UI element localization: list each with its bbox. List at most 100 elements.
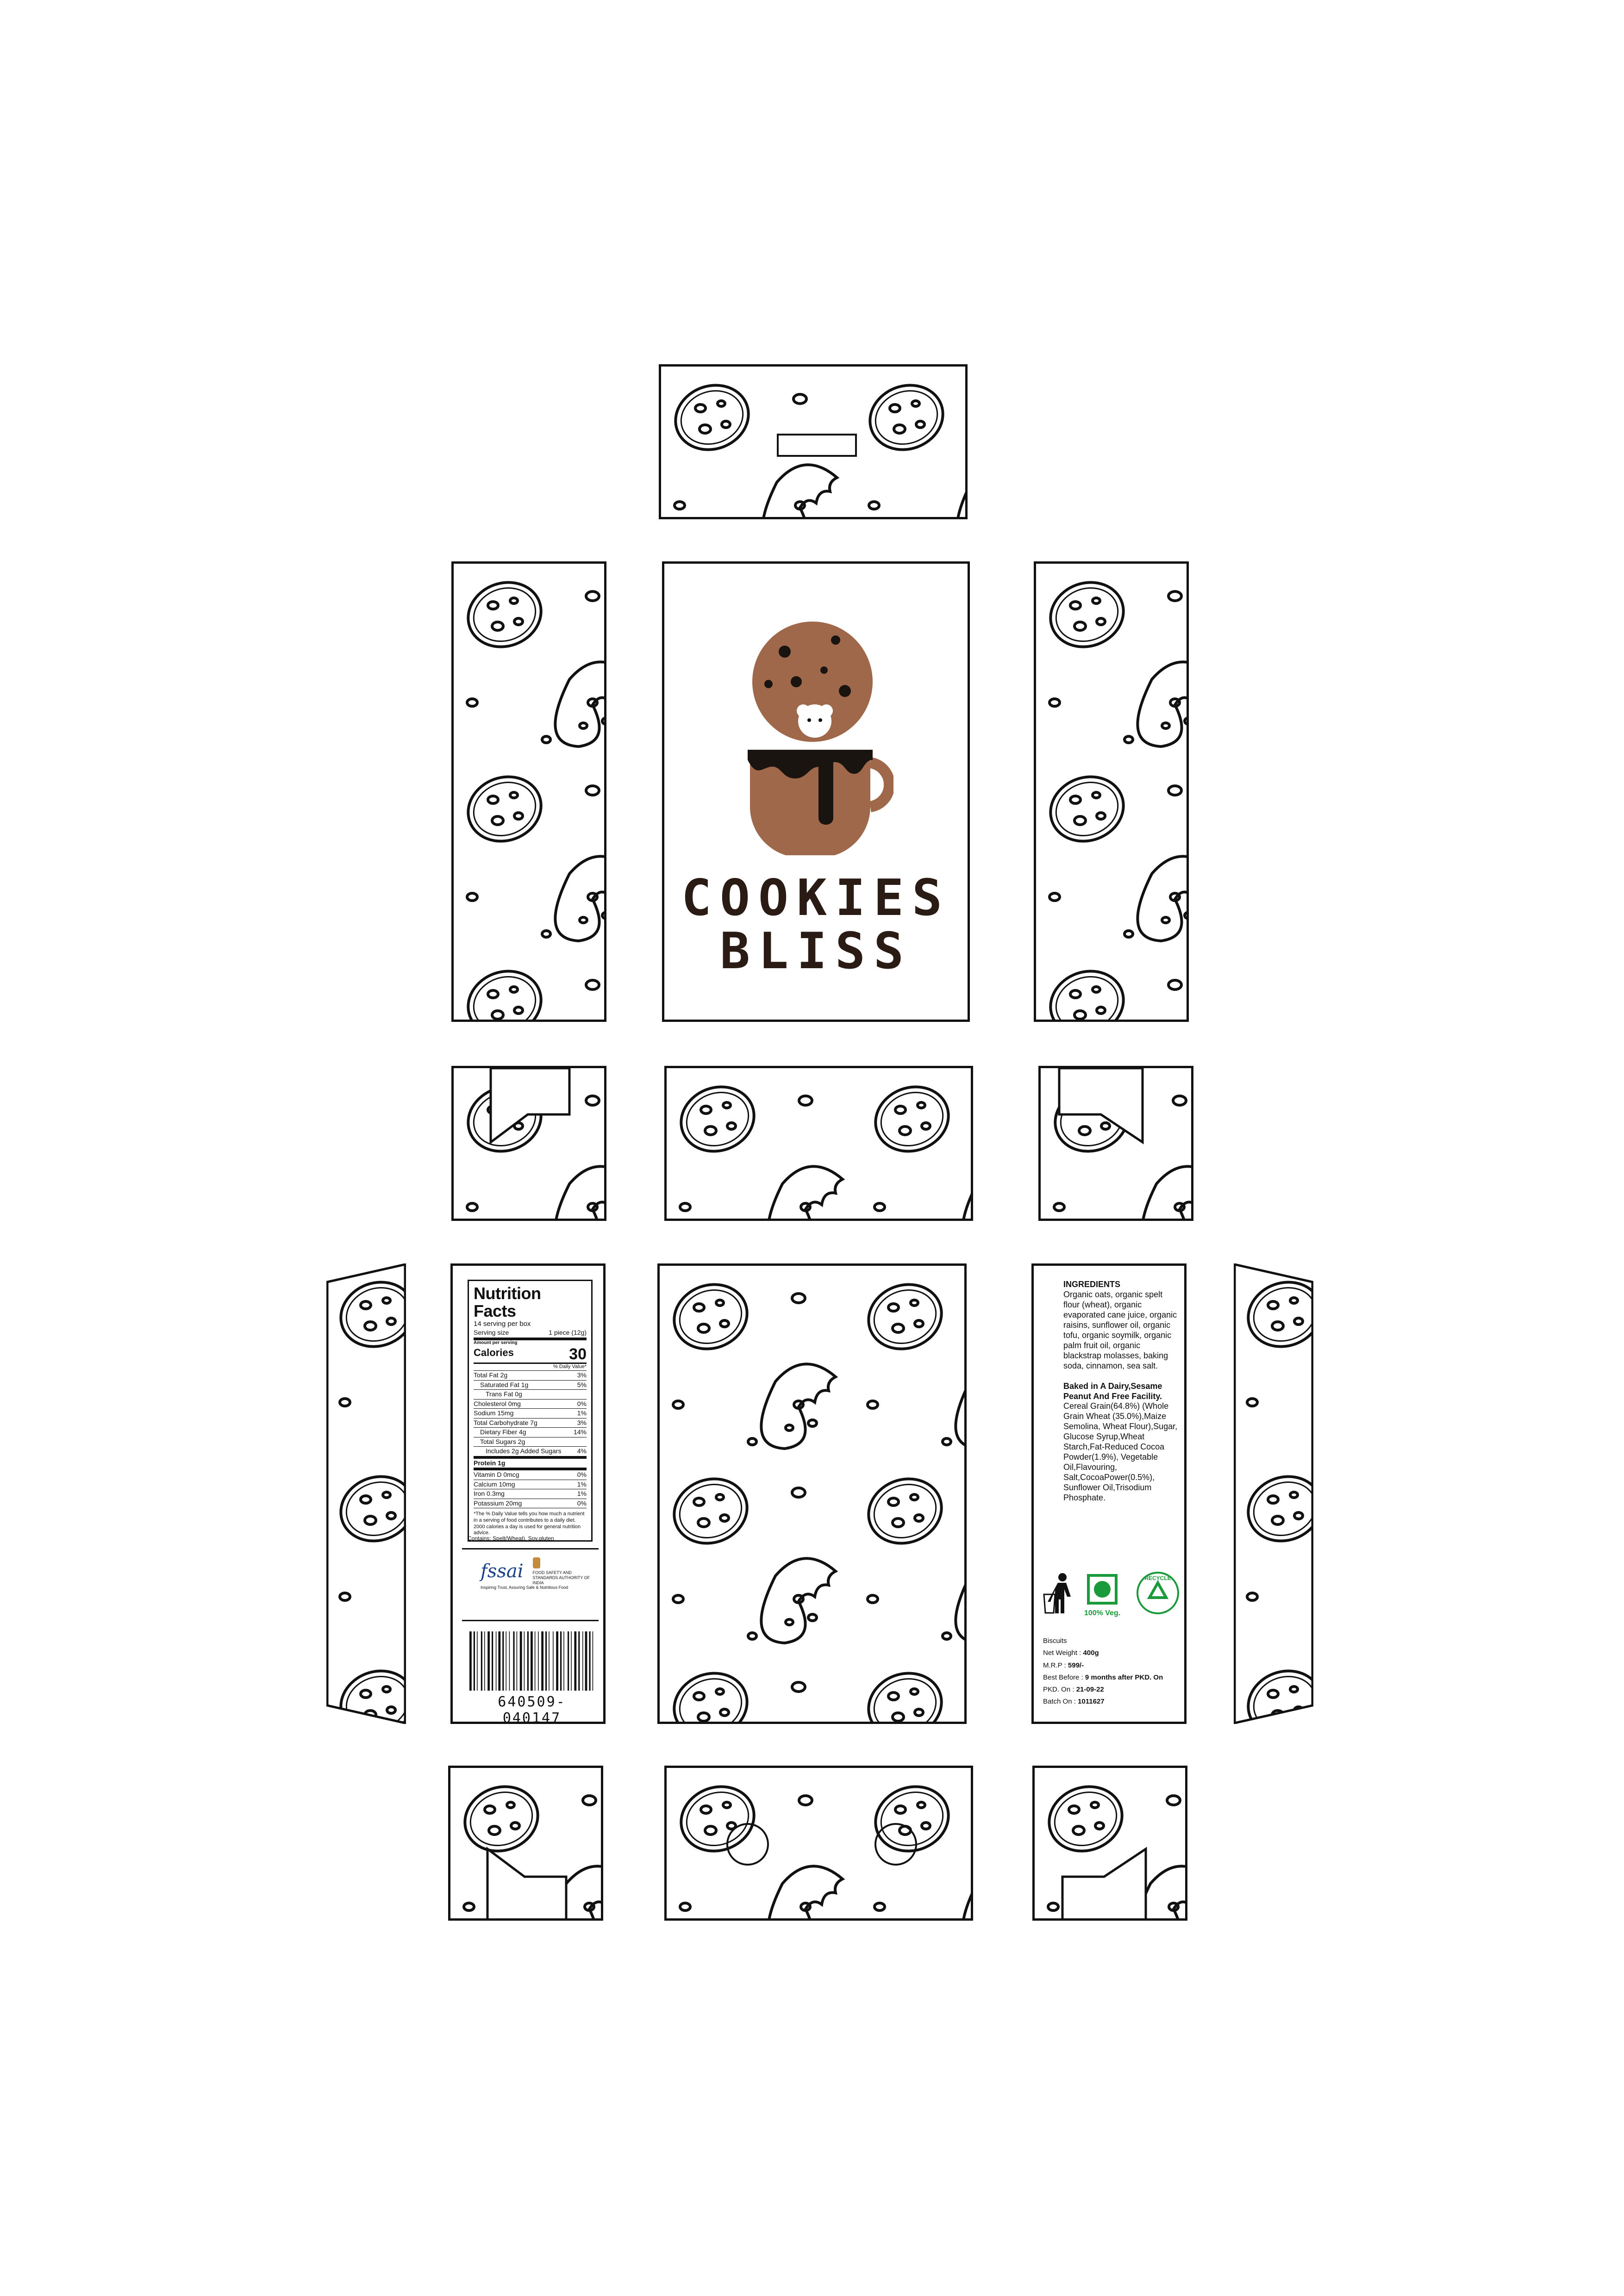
barcode-bar — [519, 1631, 522, 1691]
nutrient-row: Total Carbohydrate 7g 3% — [474, 1419, 587, 1428]
nutrient-dv: 3% — [577, 1371, 587, 1379]
barcode-bar — [495, 1631, 497, 1691]
best-before-row: Best Before : 9 months after PKD. On — [1043, 1672, 1163, 1684]
flap-notch — [1058, 1068, 1144, 1145]
barcode-bar — [477, 1631, 478, 1691]
barcode-bar — [585, 1631, 587, 1691]
nutrient-dv: 1% — [577, 1490, 587, 1498]
nutrient-label: Total Sugars 2g — [480, 1437, 525, 1445]
packaging-symbols: 100% Veg. RECYCLE — [1043, 1572, 1179, 1617]
calories-value: 30 — [569, 1345, 587, 1363]
batch-row: Batch On : 1011627 — [1043, 1696, 1163, 1708]
front-panel: COOKIES BLISS — [662, 561, 970, 1022]
nutrient-row: Saturated Fat 1g 5% — [474, 1381, 587, 1390]
mrp-label: M.R.P : — [1043, 1661, 1066, 1669]
batch-value: 1011627 — [1078, 1698, 1105, 1706]
batch-label: Batch On : — [1043, 1698, 1076, 1706]
nutrient-dv: 0% — [577, 1400, 587, 1407]
nutrient-row: Total Fat 2g 3% — [474, 1371, 587, 1381]
nutrient-label: Protein 1g — [474, 1459, 506, 1467]
barcode-bar — [487, 1631, 490, 1691]
nutrient-label: Calcium 10mg — [474, 1480, 515, 1488]
nutrient-dv: 1% — [577, 1409, 587, 1417]
right-glue-flap — [1234, 1263, 1313, 1724]
right-side-panel — [1034, 561, 1189, 1022]
nutrient-dv: 14% — [573, 1428, 587, 1436]
pkd-row: PKD. On : 21-09-22 — [1043, 1684, 1163, 1696]
barcode-bar — [563, 1631, 564, 1691]
nutrient-label: Iron 0.3mg — [474, 1490, 505, 1498]
recycle-label: RECYCLE — [1144, 1575, 1171, 1581]
barcode-bar — [578, 1631, 580, 1691]
fssai-block: fssai FOOD SAFETY AND STANDARDS AUTHORIT… — [481, 1557, 592, 1590]
barcode-bar — [538, 1631, 539, 1691]
top-lid-panel — [659, 364, 968, 519]
barcode-bar — [502, 1631, 504, 1691]
barcode-bar — [469, 1631, 472, 1691]
nutrient-label: Trans Fat 0g — [486, 1390, 522, 1398]
cookie-pattern — [454, 564, 604, 1020]
flap-notch — [1061, 1847, 1147, 1918]
nutrient-row: Total Sugars 2g — [474, 1437, 587, 1447]
barcode-bar — [574, 1631, 577, 1691]
nutrient-row: Vitamin D 0mcg 0% — [474, 1470, 587, 1480]
nutrient-dv: 0% — [577, 1499, 587, 1507]
upper-right-flap — [1038, 1066, 1193, 1221]
barcode-bar — [571, 1631, 572, 1691]
nutrient-dv: 3% — [577, 1419, 587, 1426]
nutrition-footnote: *The % Daily Value tells you how much a … — [474, 1511, 585, 1536]
divider — [462, 1620, 599, 1621]
nutrient-label: Total Carbohydrate 7g — [474, 1419, 537, 1426]
cookie-pattern — [667, 1068, 971, 1219]
pkd-label: PKD. On : — [1043, 1686, 1074, 1693]
product-info: Biscuits Net Weight : 400g M.R.P : 599/-… — [1043, 1635, 1163, 1708]
bottom-panel — [664, 1766, 973, 1921]
flap-notch — [486, 1847, 568, 1918]
nutrient-label: Cholesterol 0mg — [474, 1400, 521, 1407]
nutrition-facts-label: Nutrition Facts 14 serving per box Servi… — [468, 1280, 593, 1542]
composition-text: Cereal Grain(64.8%) (Whole Grain Wheat (… — [1063, 1401, 1178, 1503]
cookie-pattern — [1036, 564, 1187, 1020]
trash-bin-icon — [1043, 1573, 1071, 1614]
nutrition-panel: Nutrition Facts 14 serving per box Servi… — [450, 1263, 606, 1724]
emblem-icon — [532, 1557, 540, 1568]
barcode-bar — [513, 1631, 515, 1691]
lower-right-flap — [1032, 1766, 1187, 1921]
barcode-bar — [524, 1631, 525, 1691]
nutrient-row: Cholesterol 0mg 0% — [474, 1400, 587, 1409]
nutrient-dv: 4% — [577, 1447, 587, 1455]
bottom-circles — [726, 1823, 917, 1866]
best-before-label: Best Before : — [1043, 1673, 1083, 1681]
barcode-bar — [582, 1631, 583, 1691]
nutrient-rows: Total Fat 2g 3% Saturated Fat 1g 5% Trans Fa… — [474, 1371, 587, 1509]
nutrient-row: Sodium 15mg 1% — [474, 1409, 587, 1419]
barcode-bar — [589, 1631, 591, 1691]
brand-line-1: COOKIES — [681, 869, 951, 927]
nutrient-row: Potassium 20mg 0% — [474, 1499, 587, 1509]
nutrient-label: Total Fat 2g — [474, 1371, 508, 1379]
barcode-bar — [553, 1631, 554, 1691]
ingredients-list: Organic oats, organic spelt flour (wheat… — [1063, 1289, 1177, 1370]
veg-mark-icon — [1087, 1574, 1118, 1605]
barcode-bar — [527, 1631, 529, 1691]
brand-line-2: BLISS — [719, 922, 912, 980]
mrp-row: M.R.P : 599/- — [1043, 1660, 1163, 1672]
cookie-pattern — [660, 1266, 964, 1722]
barcode-bar — [492, 1631, 493, 1691]
barcode-bar — [545, 1631, 547, 1691]
barcode-number: 640509-040147 — [498, 1694, 566, 1724]
barcode-bar — [534, 1631, 536, 1691]
barcode-bar — [568, 1631, 569, 1691]
calories-label: Calories — [474, 1347, 514, 1359]
nutrition-title: Nutrition Facts — [474, 1284, 541, 1320]
dv-header: % Daily Value* — [474, 1364, 587, 1371]
divider — [462, 1548, 599, 1549]
barcode-bar — [498, 1631, 501, 1691]
ingredients-block: INGREDIENTS Organic oats, organic spelt … — [1063, 1280, 1179, 1503]
ingredients-heading: INGREDIENTS — [1063, 1280, 1121, 1289]
lid-slot — [777, 434, 857, 457]
back-panel — [657, 1263, 967, 1724]
nutrient-row: Dietary Fiber 4g 14% — [474, 1428, 587, 1437]
nutrient-label: Includes 2g Added Sugars — [486, 1447, 562, 1455]
allergen-contains: Contains: Spelt(Wheat), Soy,gluten — [468, 1535, 554, 1542]
